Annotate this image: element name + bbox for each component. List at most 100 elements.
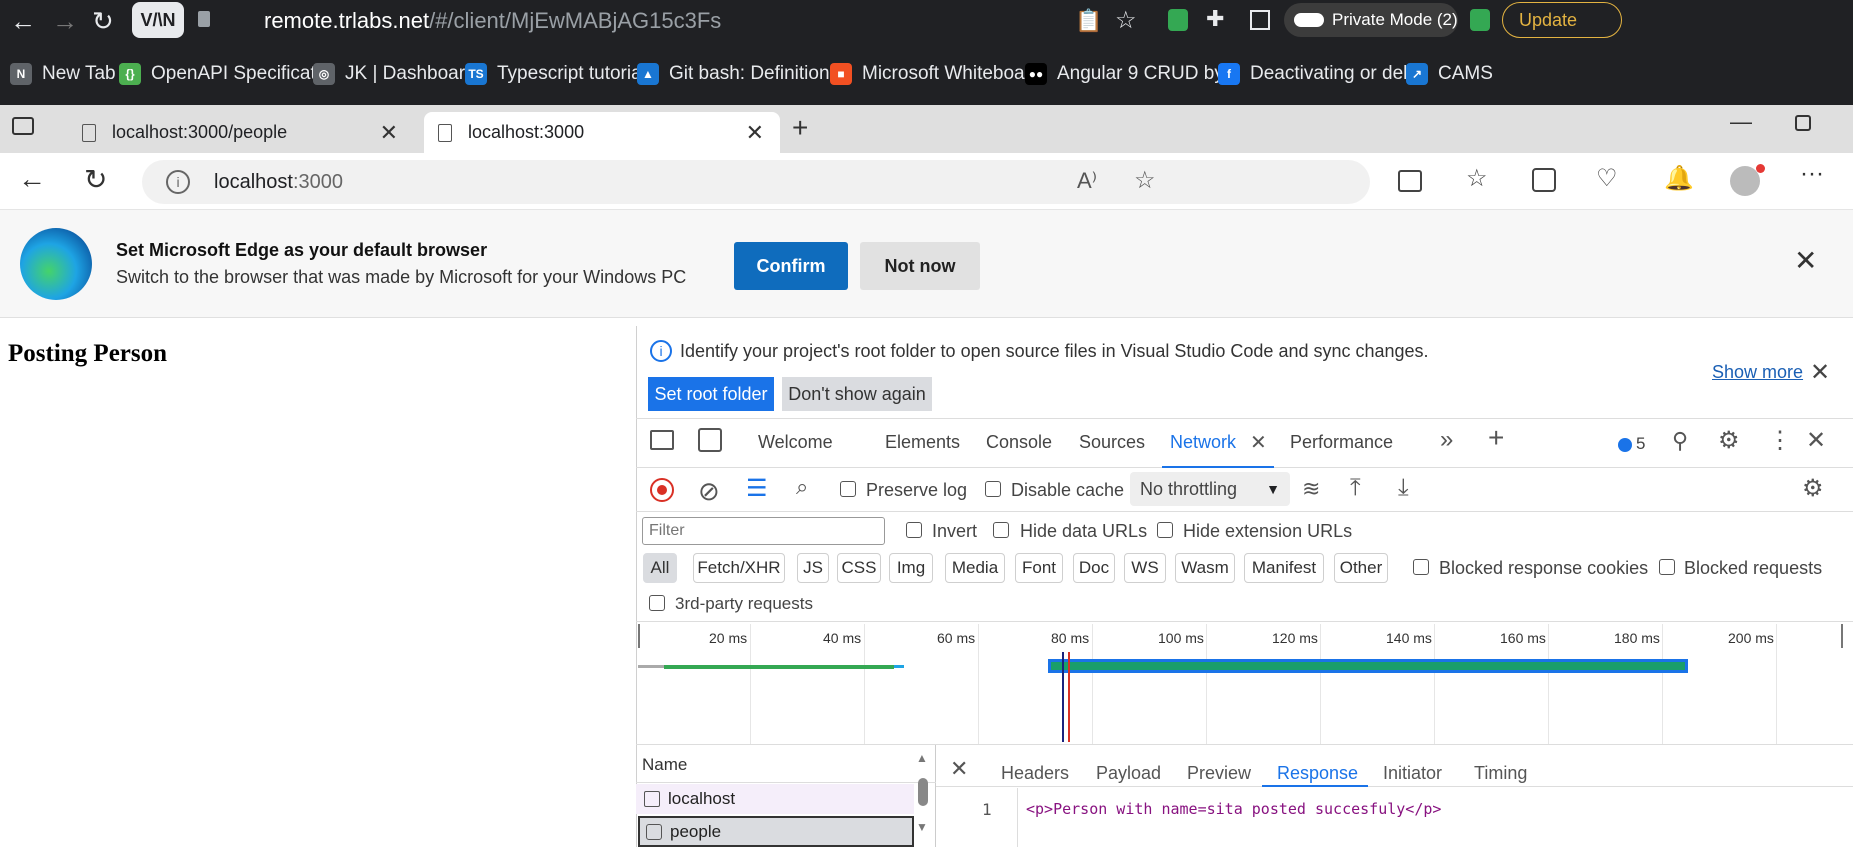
detail-tab-payload[interactable]: Payload: [1096, 763, 1161, 784]
third-party-checkbox[interactable]: [649, 595, 665, 611]
dont-show-again-button[interactable]: Don't show again: [782, 377, 932, 411]
filter-other[interactable]: Other: [1334, 553, 1388, 583]
outer-reload-icon[interactable]: ↻: [92, 6, 114, 37]
filter-media[interactable]: Media: [945, 553, 1005, 583]
outer-forward-icon[interactable]: →: [52, 6, 78, 37]
address-text[interactable]: localhost:3000: [214, 171, 343, 194]
close-banner-icon[interactable]: ✕: [1794, 244, 1817, 277]
settings-icon[interactable]: ⚙: [1718, 426, 1740, 455]
vpn-shield-icon[interactable]: [1168, 9, 1188, 31]
filter-ws[interactable]: WS: [1124, 553, 1166, 583]
favorites-icon[interactable]: ☆: [1466, 164, 1488, 193]
extensions-icon[interactable]: ✚: [1206, 6, 1224, 32]
filter-all[interactable]: All: [643, 553, 677, 583]
request-row-people[interactable]: people: [638, 816, 914, 847]
shield-check-icon[interactable]: [1470, 9, 1490, 31]
info-icon[interactable]: i: [166, 170, 190, 194]
hide-data-urls-checkbox[interactable]: [993, 522, 1009, 538]
notifications-icon[interactable]: 🔔: [1664, 164, 1694, 193]
tab-sources[interactable]: Sources: [1079, 432, 1145, 453]
network-overview[interactable]: [636, 621, 1853, 745]
minimize-icon[interactable]: —: [1730, 109, 1752, 135]
preserve-log-checkbox[interactable]: [840, 481, 856, 497]
bookmark-item[interactable]: ↗ CAMS: [1406, 58, 1493, 90]
export-har-icon[interactable]: ⤓: [1398, 474, 1409, 502]
set-root-folder-button[interactable]: Set root folder: [648, 377, 774, 411]
favorite-icon[interactable]: ☆: [1134, 166, 1156, 195]
filter-img[interactable]: Img: [889, 553, 933, 583]
more-tabs-icon[interactable]: »: [1440, 426, 1453, 454]
new-tab-icon[interactable]: +: [792, 112, 808, 144]
request-row-localhost[interactable]: localhost: [636, 784, 914, 814]
collections-icon[interactable]: [1532, 168, 1556, 192]
not-now-button[interactable]: Not now: [860, 242, 980, 290]
invert-checkbox[interactable]: [906, 522, 922, 538]
blocked-cookies-checkbox[interactable]: [1413, 559, 1429, 575]
star-icon[interactable]: ☆: [1115, 6, 1137, 35]
search-icon[interactable]: ⌕: [796, 474, 808, 500]
update-button[interactable]: Update: [1502, 2, 1622, 38]
close-tab-icon[interactable]: ✕: [380, 120, 398, 146]
throttling-select[interactable]: No throttling ▼: [1130, 472, 1290, 506]
filter-doc[interactable]: Doc: [1073, 553, 1115, 583]
filter-css[interactable]: CSS: [837, 553, 881, 583]
confirm-button[interactable]: Confirm: [734, 242, 848, 290]
tab-console[interactable]: Console: [986, 432, 1052, 453]
bookmark-item[interactable]: ▲ Git bash: Definition,...: [637, 58, 851, 90]
inspect-icon[interactable]: [650, 430, 674, 450]
detail-tab-initiator[interactable]: Initiator: [1383, 763, 1442, 784]
detail-tab-preview[interactable]: Preview: [1187, 763, 1251, 784]
filter-js[interactable]: JS: [797, 553, 829, 583]
network-settings-icon[interactable]: ⚙: [1802, 474, 1824, 503]
lock-icon[interactable]: [198, 11, 210, 27]
restore-icon[interactable]: [1795, 115, 1811, 131]
health-icon[interactable]: ♡: [1596, 164, 1618, 193]
tab-elements[interactable]: Elements: [885, 432, 960, 453]
bookmark-item[interactable]: TS Typescript tutorial: [465, 58, 646, 90]
tab-welcome[interactable]: Welcome: [758, 432, 833, 453]
show-more-link[interactable]: Show more: [1712, 362, 1803, 383]
more-icon[interactable]: ···: [1800, 160, 1824, 188]
clipboard-icon[interactable]: 📋: [1075, 8, 1102, 34]
network-conditions-icon[interactable]: ≋: [1302, 476, 1320, 502]
name-column-header[interactable]: Name: [642, 755, 687, 775]
private-mode-chip[interactable]: Private Mode (2): [1284, 3, 1458, 37]
overview-right-handle[interactable]: [1841, 624, 1843, 648]
edge-tab-people[interactable]: localhost:3000/people ✕: [68, 112, 414, 153]
tab-performance[interactable]: Performance: [1290, 432, 1393, 453]
close-tab-icon[interactable]: ✕: [746, 120, 764, 146]
bookmark-item[interactable]: f Deactivating or del...: [1218, 58, 1423, 90]
close-devtools-icon[interactable]: ✕: [1806, 426, 1826, 455]
scrollbar-thumb[interactable]: [918, 778, 928, 806]
reload-icon[interactable]: ↻: [84, 163, 107, 196]
split-screen-icon[interactable]: [1398, 170, 1422, 192]
tab-actions-icon[interactable]: [12, 117, 34, 135]
blocked-requests-checkbox[interactable]: [1659, 559, 1675, 575]
device-toolbar-icon[interactable]: [698, 428, 722, 452]
filter-fetch-xhr[interactable]: Fetch/XHR: [693, 553, 785, 583]
issues-count[interactable]: 5: [1636, 434, 1645, 454]
address-bar[interactable]: i localhost:3000 A⁾ ☆: [142, 160, 1370, 204]
bookmark-item[interactable]: ●● Angular 9 CRUD by...: [1025, 58, 1238, 90]
scroll-up-icon[interactable]: ▲: [916, 751, 928, 765]
filter-manifest[interactable]: Manifest: [1244, 553, 1324, 583]
vpn-button[interactable]: V/\N: [132, 2, 184, 38]
customize-icon[interactable]: ⚲: [1672, 428, 1688, 454]
bookmark-item[interactable]: ■ Microsoft Whiteboa...: [830, 58, 1040, 90]
import-har-icon[interactable]: ⤒: [1350, 474, 1361, 502]
detail-tab-headers[interactable]: Headers: [1001, 763, 1069, 784]
edge-tab-localhost[interactable]: localhost:3000 ✕: [424, 112, 780, 153]
hide-ext-urls-checkbox[interactable]: [1157, 522, 1173, 538]
add-tab-icon[interactable]: +: [1488, 422, 1504, 454]
tab-network[interactable]: Network ✕: [1162, 422, 1274, 468]
back-icon[interactable]: ←: [18, 163, 46, 195]
bookmark-item[interactable]: ◎ JK | Dashboard: [313, 58, 476, 90]
filter-icon[interactable]: ☰: [746, 474, 768, 503]
record-icon[interactable]: [650, 478, 674, 502]
detail-tab-timing[interactable]: Timing: [1474, 763, 1527, 784]
close-detail-icon[interactable]: ✕: [950, 756, 968, 782]
sidepanel-icon[interactable]: [1250, 10, 1270, 30]
filter-wasm[interactable]: Wasm: [1175, 553, 1235, 583]
response-code[interactable]: <p>Person with name=sita posted succesfu…: [1026, 800, 1441, 818]
overview-left-handle[interactable]: [638, 624, 640, 648]
